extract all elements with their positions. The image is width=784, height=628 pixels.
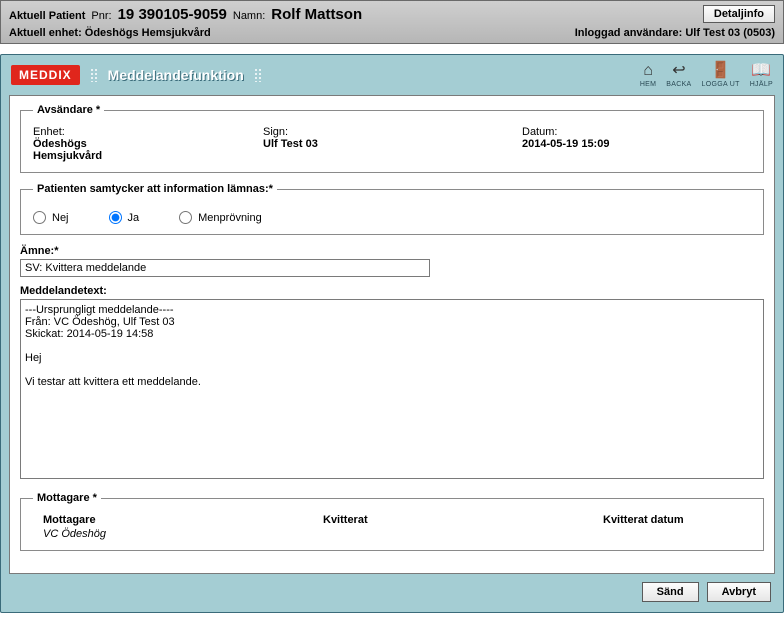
recipients-col-ackdate: Kvitterat datum	[603, 514, 741, 526]
message-textarea[interactable]	[20, 299, 764, 479]
nav-logout[interactable]: 🚪 LOGGA UT	[702, 63, 740, 88]
consent-option-yes[interactable]: Ja	[109, 211, 140, 224]
pnr-value: 19 390105-9059	[118, 6, 227, 23]
pnr-label: Pnr:	[91, 10, 111, 22]
help-book-icon: 📖	[751, 63, 771, 79]
consent-yes-label: Ja	[128, 212, 140, 224]
app-title: Meddelandefunktion	[108, 67, 244, 83]
detail-info-button[interactable]: Detaljinfo	[703, 5, 775, 23]
current-unit-line: Aktuell enhet: Ödeshögs Hemsjukvård	[9, 27, 211, 39]
back-arrow-icon: ↩	[672, 63, 685, 79]
consent-fieldset: Patienten samtycker att information lämn…	[20, 183, 764, 235]
consent-option-no[interactable]: Nej	[33, 211, 69, 224]
nav-help-label: HJÄLP	[750, 81, 773, 88]
name-value: Rolf Mattson	[271, 6, 362, 23]
nav-home-label: HEM	[640, 81, 656, 88]
consent-men-label: Menprövning	[198, 212, 262, 224]
home-icon: ⌂	[643, 63, 653, 79]
recipients-legend: Mottagare *	[33, 492, 101, 504]
message-label: Meddelandetext:	[20, 285, 764, 297]
consent-no-label: Nej	[52, 212, 69, 224]
consent-radio-no[interactable]	[33, 211, 46, 224]
subject-label: Ämne:*	[20, 245, 764, 257]
titlebar-grip-icon	[254, 68, 262, 82]
sender-fieldset: Avsändare * Enhet: Ödeshögs Hemsjukvård …	[20, 104, 764, 173]
nav-help[interactable]: 📖 HJÄLP	[750, 63, 773, 88]
recipients-fieldset: Mottagare * Mottagare Kvitterat Kvittera…	[20, 492, 764, 551]
nav-logout-label: LOGGA UT	[702, 81, 740, 88]
sender-unit-label: Enhet:	[33, 126, 233, 138]
recipient-row: VC Ödeshög	[33, 526, 751, 540]
consent-radio-yes[interactable]	[109, 211, 122, 224]
sender-sign-label: Sign:	[263, 126, 492, 138]
nav-home[interactable]: ⌂ HEM	[640, 63, 656, 88]
content-area: Avsändare * Enhet: Ödeshögs Hemsjukvård …	[9, 95, 775, 574]
recipients-col-ack: Kvitterat	[323, 514, 603, 526]
recipients-col-name: Mottagare	[43, 514, 323, 526]
consent-option-men[interactable]: Menprövning	[179, 211, 262, 224]
send-button[interactable]: Sänd	[642, 582, 699, 602]
name-label: Namn:	[233, 10, 265, 22]
patient-label: Aktuell Patient	[9, 10, 85, 22]
sender-date-label: Datum:	[522, 126, 751, 138]
nav-back[interactable]: ↩ BACKA	[666, 63, 691, 88]
cancel-button[interactable]: Avbryt	[707, 582, 771, 602]
door-icon: 🚪	[711, 63, 731, 79]
app-titlebar: MEDDIX Meddelandefunktion ⌂ HEM ↩ BACKA …	[1, 55, 783, 95]
titlebar-grip-icon	[90, 68, 98, 82]
sender-date-value: 2014-05-19 15:09	[522, 138, 751, 150]
consent-legend: Patienten samtycker att information lämn…	[33, 183, 277, 195]
consent-radio-men[interactable]	[179, 211, 192, 224]
app-logo: MEDDIX	[11, 65, 80, 85]
app-window: MEDDIX Meddelandefunktion ⌂ HEM ↩ BACKA …	[0, 54, 784, 613]
sender-unit-value: Ödeshögs Hemsjukvård	[33, 138, 153, 162]
logged-in-user-line: Inloggad användare: Ulf Test 03 (0503)	[575, 27, 775, 39]
nav-back-label: BACKA	[666, 81, 691, 88]
subject-input[interactable]	[20, 259, 430, 277]
patient-header: Aktuell Patient Pnr: 19 390105-9059 Namn…	[0, 0, 784, 44]
recipients-header-row: Mottagare Kvitterat Kvitterat datum	[33, 514, 751, 526]
recipient-name: VC Ödeshög	[43, 528, 323, 540]
action-bar: Sänd Avbryt	[1, 582, 771, 602]
sender-legend: Avsändare *	[33, 104, 104, 116]
sender-sign-value: Ulf Test 03	[263, 138, 492, 150]
